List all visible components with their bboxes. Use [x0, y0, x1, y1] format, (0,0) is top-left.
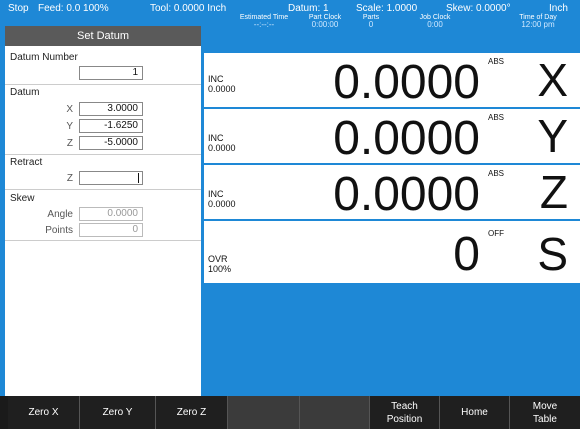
axis-inc-value: 0.0000: [208, 84, 236, 94]
override-label: OVR: [208, 254, 228, 264]
move-table-line1: Move: [532, 400, 558, 412]
axis-mode-label: INC: [208, 133, 224, 143]
zero-x-button[interactable]: Zero X: [8, 396, 80, 429]
time-of-day-value: 12:00 pm: [521, 20, 555, 29]
datum-number-field[interactable]: 1: [79, 66, 143, 80]
axis-row-x[interactable]: INC 0.0000 0.0000 ABS X: [204, 53, 580, 109]
datum-z-label: Z: [66, 138, 73, 149]
axis-letter: Y: [537, 110, 568, 162]
set-datum-panel: Set Datum Datum Number 1 Datum X 3.0000 …: [5, 26, 201, 396]
retract-z-label: Z: [66, 173, 73, 184]
empty-softkey: [300, 396, 370, 429]
part-clock-value: 0:00:00: [311, 20, 339, 29]
axis-row-spindle[interactable]: OVR 100% 0 OFF S: [204, 221, 580, 283]
teach-position-line1: Teach: [391, 400, 418, 412]
status-bar: Stop Feed: 0.0 100% Tool: 0.0000 Inch Da…: [0, 0, 580, 29]
skew-label: Skew: [10, 193, 35, 204]
skew-readout: Skew: 0.0000°: [446, 3, 511, 14]
softkey-bar: Zero X Zero Y Zero Z Teach Position Home…: [0, 396, 580, 429]
axis-tag: ABS: [487, 113, 504, 122]
spindle-value: 0: [453, 228, 480, 281]
spindle-letter: S: [537, 228, 568, 280]
feed-readout: Feed: 0.0 100%: [38, 3, 109, 14]
divider: [5, 189, 201, 190]
estimated-time-value: --:--:--: [253, 20, 275, 29]
tool-readout: Tool: 0.0000 Inch: [150, 3, 227, 14]
skew-angle-label: Angle: [47, 209, 73, 220]
axis-value: 0.0000: [333, 112, 480, 165]
set-datum-title: Set Datum: [5, 26, 201, 46]
retract-z-field[interactable]: [79, 171, 143, 185]
axis-mode-label: INC: [208, 189, 224, 199]
scale-readout: Scale: 1.0000: [356, 3, 418, 14]
axis-row-z[interactable]: INC 0.0000 0.0000 ABS Z: [204, 165, 580, 221]
datum-z-field[interactable]: -5.0000: [79, 136, 143, 150]
datum-x-label: X: [66, 104, 73, 115]
parts-value: 0: [368, 20, 374, 29]
zero-z-button[interactable]: Zero Z: [156, 396, 228, 429]
text-cursor: [138, 173, 139, 183]
datum-label: Datum: [10, 87, 40, 98]
units-readout: Inch: [549, 3, 568, 14]
axis-value: 0.0000: [333, 168, 480, 221]
home-button[interactable]: Home: [440, 396, 510, 429]
job-clock-value: 0:00: [427, 20, 443, 29]
teach-position-line2: Position: [386, 413, 423, 425]
skew-points-field[interactable]: 0: [79, 223, 143, 237]
zero-y-button[interactable]: Zero Y: [80, 396, 156, 429]
datum-y-field[interactable]: -1.6250: [79, 119, 143, 133]
axis-letter: X: [537, 54, 568, 106]
spindle-state-tag: OFF: [488, 229, 504, 238]
divider: [5, 154, 201, 155]
move-table-button[interactable]: Move Table: [510, 396, 580, 429]
axis-tag: ABS: [487, 169, 504, 178]
datum-y-label: Y: [66, 121, 73, 132]
datum-number-label: Datum Number: [10, 52, 78, 63]
divider: [5, 84, 201, 85]
teach-position-button[interactable]: Teach Position: [370, 396, 440, 429]
axis-value: 0.0000: [333, 56, 480, 109]
move-table-line2: Table: [533, 413, 557, 425]
skew-angle-field[interactable]: 0.0000: [79, 207, 143, 221]
axis-letter: Z: [539, 166, 568, 218]
retract-label: Retract: [10, 157, 43, 168]
axis-row-y[interactable]: INC 0.0000 0.0000 ABS Y: [204, 109, 580, 165]
divider: [5, 240, 201, 241]
datum-readout: Datum: 1: [288, 3, 329, 14]
override-value: 100%: [208, 264, 232, 274]
machine-state: Stop: [8, 3, 29, 14]
axis-inc-value: 0.0000: [208, 143, 236, 153]
skew-points-label: Points: [45, 225, 73, 236]
empty-softkey: [228, 396, 300, 429]
datum-x-field[interactable]: 3.0000: [79, 102, 143, 116]
axis-mode-label: INC: [208, 74, 224, 84]
axis-inc-value: 0.0000: [208, 199, 236, 209]
axis-tag: ABS: [487, 57, 504, 66]
